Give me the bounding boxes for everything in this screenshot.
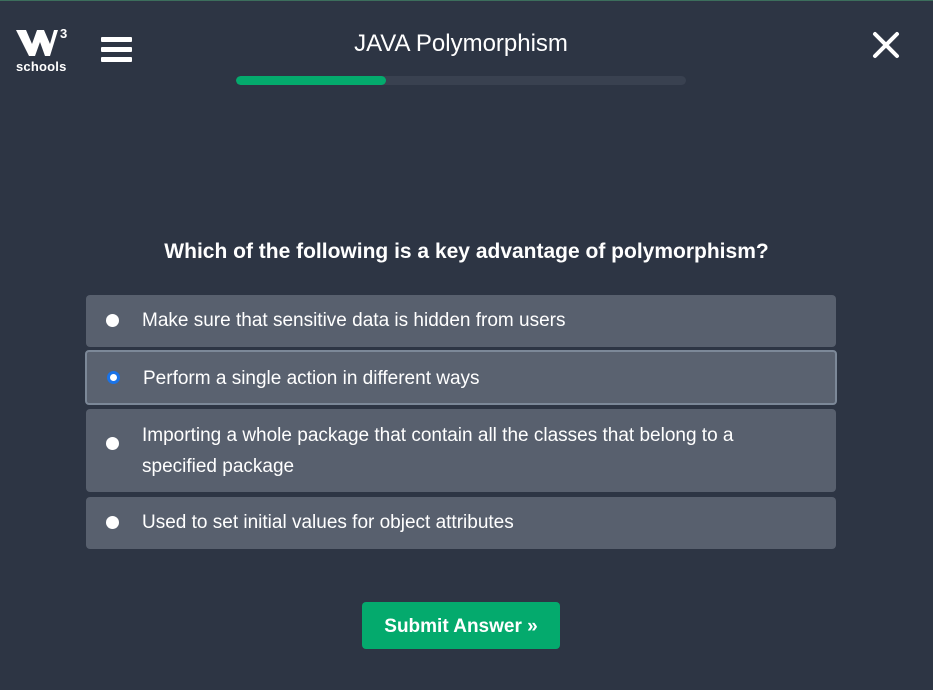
- menu-button[interactable]: [101, 37, 132, 63]
- radio-button[interactable]: [106, 516, 119, 529]
- submit-answer-button[interactable]: Submit Answer »: [362, 602, 560, 649]
- option-label: Importing a whole package that contain a…: [142, 425, 734, 477]
- radio-button[interactable]: [106, 314, 119, 327]
- close-icon: [873, 32, 899, 58]
- progress-bar: [236, 76, 686, 85]
- answer-option-selected[interactable]: Perform a single action in different way…: [85, 350, 837, 405]
- radio-button-checked[interactable]: [107, 371, 120, 384]
- hamburger-icon: [101, 37, 132, 42]
- answer-option[interactable]: Make sure that sensitive data is hidden …: [86, 295, 836, 347]
- quiz-title: JAVA Polymorphism: [354, 30, 568, 57]
- logo-text: schools: [16, 59, 67, 74]
- w3-logo-mark-icon: 3: [16, 26, 67, 56]
- option-label: Make sure that sensitive data is hidden …: [142, 310, 566, 331]
- w3schools-logo[interactable]: 3 schools: [14, 26, 70, 76]
- answer-option[interactable]: Used to set initial values for object at…: [86, 497, 836, 549]
- hamburger-icon-bar: [101, 47, 132, 52]
- top-border: [0, 0, 933, 1]
- progress-fill: [236, 76, 386, 85]
- option-label: Perform a single action in different way…: [143, 368, 480, 389]
- question-text: Which of the following is a key advantag…: [164, 240, 769, 263]
- hamburger-icon-bar: [101, 57, 132, 62]
- radio-button[interactable]: [106, 437, 119, 450]
- svg-text:3: 3: [60, 26, 67, 41]
- close-button[interactable]: [872, 31, 900, 59]
- option-label: Used to set initial values for object at…: [142, 512, 514, 533]
- answer-option[interactable]: Importing a whole package that contain a…: [86, 409, 836, 492]
